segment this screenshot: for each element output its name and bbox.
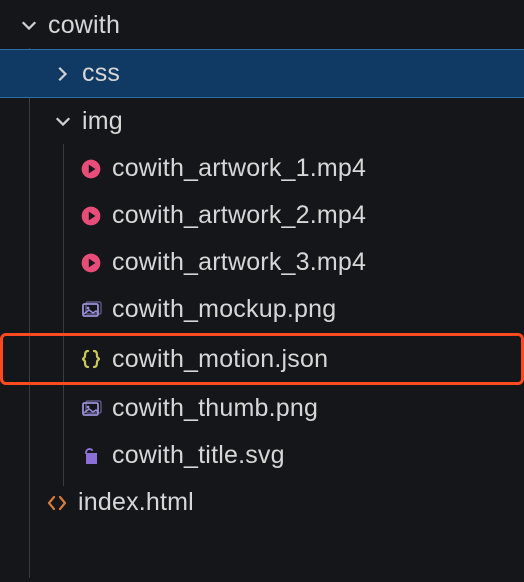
folder-img[interactable]: img (0, 98, 524, 145)
svg-icon (76, 445, 106, 467)
chevron-down-icon (50, 112, 76, 132)
file-item[interactable]: cowith_artwork_3.mp4 (0, 239, 524, 286)
html-icon (42, 491, 72, 515)
file-label: cowith_artwork_1.mp4 (112, 154, 366, 183)
video-icon (76, 205, 106, 227)
file-tree: cowith css img cowith_artwork_1.mp4 (0, 0, 524, 526)
chevron-right-icon (50, 64, 76, 84)
file-label: cowith_thumb.png (112, 394, 318, 423)
file-label: cowith_title.svg (112, 441, 285, 470)
json-icon (76, 347, 106, 371)
file-item[interactable]: cowith_artwork_1.mp4 (0, 145, 524, 192)
video-icon (76, 158, 106, 180)
folder-label: cowith (48, 11, 120, 40)
file-label: cowith_artwork_3.mp4 (112, 248, 366, 277)
image-icon (76, 299, 106, 321)
folder-label: css (82, 59, 120, 88)
video-icon (76, 252, 106, 274)
file-item[interactable]: cowith_thumb.png (0, 385, 524, 432)
file-item[interactable]: cowith_mockup.png (0, 286, 524, 333)
file-item[interactable]: cowith_artwork_2.mp4 (0, 192, 524, 239)
file-label: cowith_mockup.png (112, 295, 336, 324)
chevron-down-icon (16, 16, 42, 36)
file-item[interactable]: cowith_title.svg (0, 432, 524, 479)
folder-label: img (82, 107, 123, 136)
file-item-highlighted[interactable]: cowith_motion.json (0, 333, 524, 385)
folder-cowith[interactable]: cowith (0, 2, 524, 49)
file-item[interactable]: index.html (0, 479, 524, 526)
file-label: cowith_motion.json (112, 345, 328, 374)
image-icon (76, 398, 106, 420)
folder-css[interactable]: css (0, 49, 524, 98)
file-label: index.html (78, 488, 194, 517)
file-label: cowith_artwork_2.mp4 (112, 201, 366, 230)
